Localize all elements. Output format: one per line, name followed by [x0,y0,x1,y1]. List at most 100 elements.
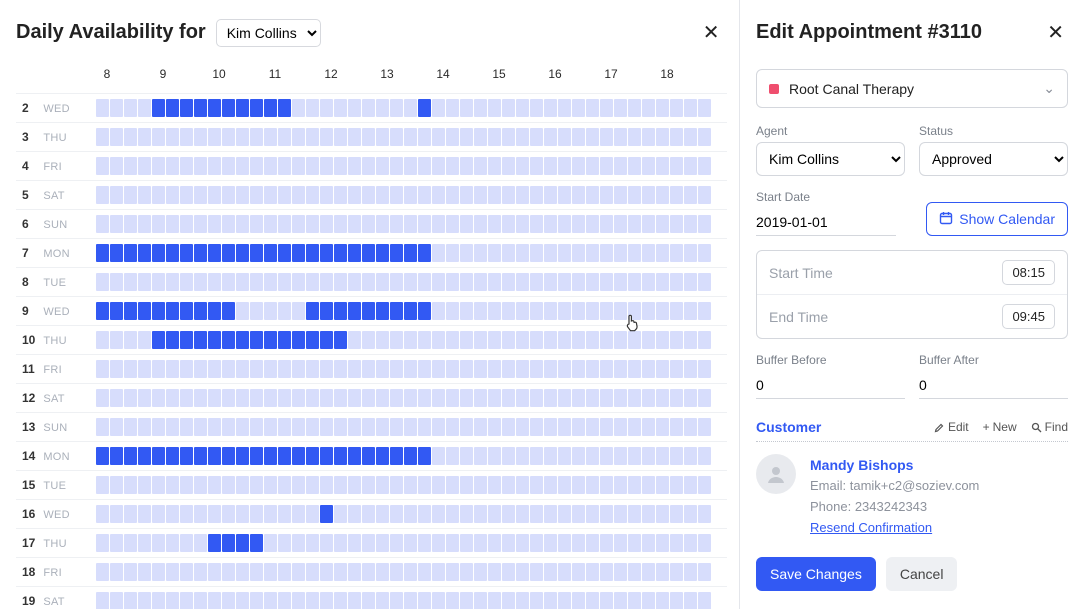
availability-cell[interactable] [460,534,473,552]
availability-cell[interactable] [334,447,347,465]
availability-cell[interactable] [96,505,109,523]
availability-cell[interactable] [208,331,221,349]
availability-cell[interactable] [698,128,711,146]
availability-cell[interactable] [558,186,571,204]
availability-cell[interactable] [460,157,473,175]
availability-cell[interactable] [236,563,249,581]
availability-cell[interactable] [488,302,501,320]
availability-cell[interactable] [152,99,165,117]
availability-cell[interactable] [684,418,697,436]
availability-cell[interactable] [152,186,165,204]
availability-cell[interactable] [572,389,585,407]
availability-cell[interactable] [516,302,529,320]
availability-cell[interactable] [614,244,627,262]
availability-cell[interactable] [488,389,501,407]
availability-cell[interactable] [502,389,515,407]
availability-cell[interactable] [250,505,263,523]
availability-cell[interactable] [222,302,235,320]
availability-cell[interactable] [236,186,249,204]
availability-cell[interactable] [670,99,683,117]
availability-cell[interactable] [236,592,249,609]
availability-cell[interactable] [306,331,319,349]
availability-cell[interactable] [572,244,585,262]
availability-cell[interactable] [628,186,641,204]
availability-cell[interactable] [558,215,571,233]
availability-cell[interactable] [138,389,151,407]
availability-cell[interactable] [670,389,683,407]
availability-cell[interactable] [684,273,697,291]
availability-cell[interactable] [348,476,361,494]
availability-cell[interactable] [390,563,403,581]
availability-cell[interactable] [586,360,599,378]
availability-cell[interactable] [96,331,109,349]
availability-cell[interactable] [152,476,165,494]
availability-cell[interactable] [488,505,501,523]
availability-cell[interactable] [166,389,179,407]
availability-cell[interactable] [642,389,655,407]
availability-cell[interactable] [152,302,165,320]
availability-cell[interactable] [446,215,459,233]
availability-cell[interactable] [558,157,571,175]
availability-cell[interactable] [684,128,697,146]
availability-cell[interactable] [418,592,431,609]
availability-cell[interactable] [110,592,123,609]
availability-cell[interactable] [208,215,221,233]
availability-cell[interactable] [152,418,165,436]
availability-cell[interactable] [264,563,277,581]
availability-cell[interactable] [684,476,697,494]
availability-cell[interactable] [306,244,319,262]
availability-cell[interactable] [502,215,515,233]
availability-cell[interactable] [432,476,445,494]
availability-cell[interactable] [166,186,179,204]
availability-cell[interactable] [544,534,557,552]
availability-cell[interactable] [516,215,529,233]
availability-cell[interactable] [614,360,627,378]
availability-cell[interactable] [180,563,193,581]
availability-cell[interactable] [236,360,249,378]
person-select[interactable]: Kim Collins [216,19,321,47]
availability-cell[interactable] [334,215,347,233]
availability-cell[interactable] [628,215,641,233]
customer-new-button[interactable]: + New [983,420,1017,434]
availability-cell[interactable] [474,592,487,609]
availability-cell[interactable] [166,99,179,117]
availability-cell[interactable] [264,389,277,407]
availability-cell[interactable] [698,592,711,609]
availability-cell[interactable] [306,186,319,204]
availability-cell[interactable] [418,360,431,378]
availability-cell[interactable] [516,99,529,117]
availability-cell[interactable] [516,157,529,175]
availability-cell[interactable] [670,302,683,320]
availability-cell[interactable] [236,505,249,523]
availability-cell[interactable] [446,418,459,436]
availability-cell[interactable] [628,157,641,175]
availability-cell[interactable] [236,389,249,407]
availability-cell[interactable] [334,244,347,262]
availability-cell[interactable] [152,360,165,378]
availability-cell[interactable] [460,476,473,494]
availability-cell[interactable] [390,99,403,117]
availability-cell[interactable] [642,476,655,494]
availability-cell[interactable] [362,331,375,349]
availability-cell[interactable] [432,447,445,465]
availability-cell[interactable] [684,186,697,204]
availability-cell[interactable] [460,389,473,407]
availability-cell[interactable] [208,157,221,175]
availability-cell[interactable] [180,186,193,204]
availability-cell[interactable] [474,273,487,291]
availability-cell[interactable] [320,273,333,291]
availability-cell[interactable] [586,244,599,262]
end-time-value[interactable]: 09:45 [1002,304,1055,329]
availability-cell[interactable] [306,563,319,581]
availability-cell[interactable] [474,360,487,378]
availability-cell[interactable] [600,331,613,349]
availability-cell[interactable] [628,563,641,581]
availability-cell[interactable] [586,157,599,175]
availability-cell[interactable] [278,592,291,609]
availability-cell[interactable] [222,128,235,146]
availability-cell[interactable] [432,215,445,233]
availability-cell[interactable] [348,157,361,175]
availability-cell[interactable] [488,128,501,146]
availability-cell[interactable] [292,302,305,320]
availability-cell[interactable] [600,505,613,523]
